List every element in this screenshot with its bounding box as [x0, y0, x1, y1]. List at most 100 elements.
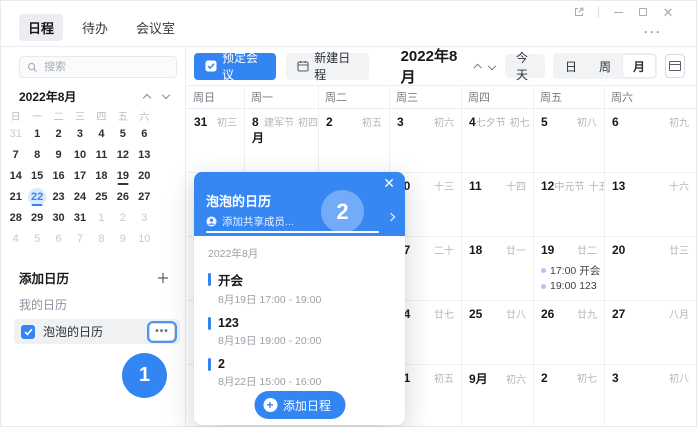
- grid-cell[interactable]: 3初六: [390, 109, 462, 173]
- popup-chevron-right-icon[interactable]: [388, 207, 394, 225]
- popup-event-item[interactable]: 28月22日 15:00 - 16:00: [208, 357, 391, 389]
- popup-close-icon[interactable]: ✕: [383, 175, 395, 192]
- tab-bar: 日程待办会议室: [19, 14, 184, 41]
- popup-event-item[interactable]: 1238月19日 19:00 - 20:00: [208, 316, 391, 348]
- mini-day[interactable]: 8: [91, 228, 112, 249]
- mini-day[interactable]: 15: [26, 165, 47, 186]
- mini-day[interactable]: 13: [134, 144, 155, 165]
- event-entry[interactable]: 19:00 123: [541, 278, 597, 294]
- mini-day[interactable]: 18: [91, 165, 112, 186]
- grid-cell[interactable]: 19廿二17:00 开会19:00 123: [534, 237, 605, 301]
- mini-day[interactable]: 5: [26, 228, 47, 249]
- tab-todo[interactable]: 待办: [73, 14, 117, 41]
- maximize-button[interactable]: [637, 6, 649, 18]
- mini-day[interactable]: 14: [5, 165, 26, 186]
- mini-day[interactable]: 16: [48, 165, 69, 186]
- grid-cell[interactable]: 2初五: [319, 109, 390, 173]
- calendar-list-item[interactable]: 泡泡的日历 •••: [14, 319, 180, 344]
- mini-day[interactable]: 17: [69, 165, 90, 186]
- next-month-nav-icon[interactable]: [488, 62, 496, 70]
- minimize-button[interactable]: [612, 6, 624, 18]
- grid-cell[interactable]: 4七夕节初七: [462, 109, 534, 173]
- grid-cell[interactable]: 11十四: [462, 173, 534, 237]
- new-event-button[interactable]: 新建日程: [286, 53, 368, 80]
- mini-day[interactable]: 2: [48, 123, 69, 144]
- mini-day[interactable]: 27: [134, 186, 155, 207]
- grid-cell[interactable]: 2初七: [534, 365, 605, 426]
- prev-month-nav-icon[interactable]: [474, 63, 482, 71]
- mini-day[interactable]: 31: [5, 123, 26, 144]
- cell-secondary-labels: 初三: [217, 114, 237, 129]
- grid-cell[interactable]: 9月初六: [462, 365, 534, 426]
- more-options-button[interactable]: ···: [644, 25, 662, 39]
- mini-day[interactable]: 3: [134, 207, 155, 228]
- mini-day[interactable]: 28: [5, 207, 26, 228]
- today-button[interactable]: 今天: [505, 54, 545, 78]
- grid-cell[interactable]: 26廿九: [534, 301, 605, 365]
- popup-add-members[interactable]: 添加共享成员...: [206, 214, 393, 229]
- layout-toggle-button[interactable]: [665, 54, 685, 78]
- grid-weekday-label: 周六: [605, 86, 696, 108]
- tab-meeting-rooms[interactable]: 会议室: [127, 14, 184, 41]
- mini-day[interactable]: 11: [91, 144, 112, 165]
- grid-cell[interactable]: 20廿三: [605, 237, 696, 301]
- mini-day[interactable]: 2: [112, 207, 133, 228]
- book-meeting-button[interactable]: 预定会议: [194, 53, 276, 80]
- search-input-wrapper[interactable]: [19, 56, 177, 78]
- grid-cell[interactable]: 5初八: [534, 109, 605, 173]
- mini-day[interactable]: 24: [69, 186, 90, 207]
- mini-day[interactable]: 7: [5, 144, 26, 165]
- mini-day[interactable]: 4: [5, 228, 26, 249]
- mini-day[interactable]: 12: [112, 144, 133, 165]
- next-month-icon[interactable]: [162, 91, 170, 99]
- grid-cell[interactable]: 27八月: [605, 301, 696, 365]
- tab-schedule[interactable]: 日程: [19, 14, 63, 41]
- mini-day[interactable]: 6: [48, 228, 69, 249]
- mini-day[interactable]: 1: [26, 123, 47, 144]
- view-option-月[interactable]: 月: [623, 55, 655, 77]
- mini-day[interactable]: 8: [26, 144, 47, 165]
- mini-day[interactable]: 10: [134, 228, 155, 249]
- view-option-日[interactable]: 日: [555, 55, 587, 77]
- mini-day[interactable]: 7: [69, 228, 90, 249]
- mini-day[interactable]: 3: [69, 123, 90, 144]
- grid-cell[interactable]: 18廿一: [462, 237, 534, 301]
- mini-day[interactable]: 30: [48, 207, 69, 228]
- grid-cell[interactable]: 12中元节十五: [534, 173, 605, 237]
- mini-day[interactable]: 22: [26, 186, 47, 207]
- mini-day[interactable]: 5: [112, 123, 133, 144]
- mini-day[interactable]: 9: [48, 144, 69, 165]
- add-calendar-plus-icon[interactable]: [157, 272, 169, 284]
- mini-day[interactable]: 10: [69, 144, 90, 165]
- calendar-item-more-button[interactable]: •••: [149, 323, 175, 341]
- mini-day[interactable]: 19: [112, 165, 133, 186]
- mini-day[interactable]: 26: [112, 186, 133, 207]
- grid-cell[interactable]: 31初三: [187, 109, 245, 173]
- grid-cell[interactable]: 8月建军节初四: [245, 109, 319, 173]
- lunar-label: 初四: [298, 114, 318, 129]
- mini-day[interactable]: 20: [134, 165, 155, 186]
- grid-cell[interactable]: 25廿八: [462, 301, 534, 365]
- mini-day[interactable]: 31: [69, 207, 90, 228]
- calendar-checkbox[interactable]: [21, 325, 35, 339]
- mini-day[interactable]: 4: [91, 123, 112, 144]
- mini-day[interactable]: 25: [91, 186, 112, 207]
- view-option-周[interactable]: 周: [589, 55, 621, 77]
- prev-month-icon[interactable]: [143, 94, 151, 102]
- cell-secondary-labels: 廿三: [669, 242, 689, 257]
- mini-day[interactable]: 29: [26, 207, 47, 228]
- search-input[interactable]: [44, 61, 169, 73]
- mini-day[interactable]: 6: [134, 123, 155, 144]
- event-entry[interactable]: 17:00 开会: [541, 262, 597, 278]
- close-window-button[interactable]: ✕: [662, 6, 674, 18]
- mini-day[interactable]: 21: [5, 186, 26, 207]
- popup-event-item[interactable]: 开会8月19日 17:00 - 19:00: [208, 270, 391, 307]
- popout-icon[interactable]: [573, 6, 585, 18]
- grid-cell[interactable]: 6初九: [605, 109, 696, 173]
- mini-day[interactable]: 1: [91, 207, 112, 228]
- mini-day[interactable]: 9: [112, 228, 133, 249]
- grid-cell[interactable]: 3初八: [605, 365, 696, 426]
- grid-cell[interactable]: 13十六: [605, 173, 696, 237]
- mini-day[interactable]: 23: [48, 186, 69, 207]
- add-event-button[interactable]: + 添加日程: [254, 391, 345, 419]
